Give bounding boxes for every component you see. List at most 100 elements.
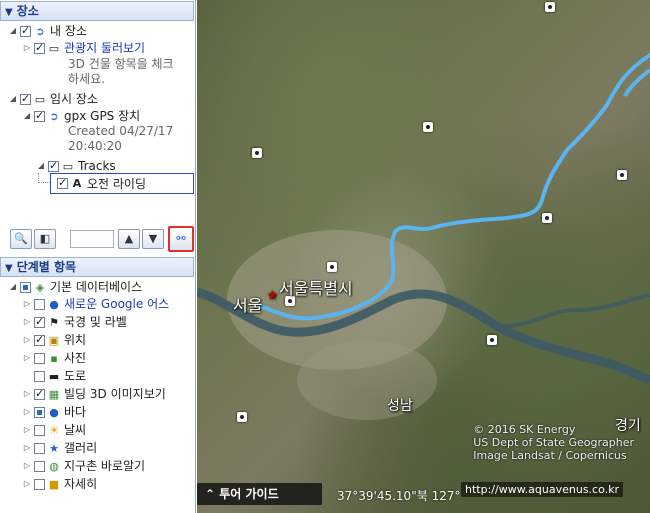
photo-icon: ▪ <box>50 351 58 365</box>
expand-right-icon[interactable]: ▷ <box>22 440 32 456</box>
collapse-triangle-icon[interactable]: ▼ <box>5 263 13 274</box>
checkbox[interactable] <box>20 91 31 107</box>
expand-down-icon[interactable]: ◢ <box>36 158 46 174</box>
gallery-star-icon: ★ <box>49 441 59 455</box>
layer-primary-database[interactable]: ◢ ◈ 기본 데이터베이스 <box>8 279 142 295</box>
layer-item[interactable]: ▷ ▦ 빌딩 3D 이미지보기 <box>22 386 166 402</box>
map-label-seongnam: 성남 <box>387 398 413 414</box>
folder-icon: ▭ <box>62 159 74 173</box>
map-credits: © 2016 SK Energy US Dept of State Geogra… <box>473 423 634 462</box>
photo-pin-icon[interactable] <box>237 412 247 422</box>
expand-right-icon[interactable]: ▷ <box>22 296 32 312</box>
checkbox[interactable] <box>48 158 59 174</box>
capital-star-icon: ★ <box>267 288 278 302</box>
tree-label-link[interactable]: 관광지 둘러보기 <box>64 40 145 56</box>
tree-label-link[interactable]: 새로운 Google 어스 <box>64 296 169 312</box>
expand-down-icon[interactable]: ◢ <box>8 279 18 295</box>
tree-item-tracks[interactable]: ◢ ▭ Tracks <box>36 158 116 174</box>
globe-icon: ◍ <box>49 459 59 473</box>
tree-item-my-places[interactable]: ◢ ➲ 내 장소 <box>8 23 87 39</box>
layer-item[interactable]: ▷ ▣ 위치 <box>22 332 86 348</box>
expand-right-icon[interactable]: ▷ <box>22 314 32 330</box>
toolbar-input[interactable] <box>70 230 114 248</box>
map-label-seoul-city: 서울특별시 <box>279 279 353 298</box>
layer-item[interactable]: ▷ ■ 자세히 <box>22 476 97 492</box>
tour-desc-line: 하세요. <box>68 72 105 86</box>
satellite-map-view[interactable]: 서울특별시 서울 ★ 성남 경기 © 2016 SK Energy US Dep… <box>197 0 650 513</box>
photo-pin-icon[interactable] <box>617 170 627 180</box>
tree-item-track-selected[interactable]: A 오전 라이딩 <box>50 173 194 194</box>
tree-label: 임시 장소 <box>50 92 98 106</box>
layers-panel-header[interactable]: ▼ 단계별 항목 <box>0 257 194 277</box>
expand-right-icon[interactable]: ▷ <box>22 404 32 420</box>
credit-line: © 2016 SK Energy <box>473 423 576 436</box>
credit-line: Image Landsat / Copernicus <box>473 449 627 462</box>
search-icon: 🔍 <box>14 232 28 245</box>
expand-right-icon[interactable]: ▷ <box>22 350 32 366</box>
checkbox[interactable] <box>34 332 45 348</box>
checkbox[interactable] <box>20 23 31 39</box>
checkbox[interactable] <box>57 175 68 191</box>
collapse-triangle-icon[interactable]: ▼ <box>5 7 13 18</box>
checkbox[interactable] <box>34 478 45 490</box>
checkbox[interactable] <box>34 386 45 402</box>
layer-item[interactable]: ▷ ☀ 날씨 <box>22 422 86 438</box>
tree-label: 오전 라이딩 <box>87 176 147 191</box>
tree-label: 내 장소 <box>50 24 87 38</box>
layer-item[interactable]: ▷ ★ 갤러리 <box>22 440 97 456</box>
checkbox[interactable] <box>34 314 45 330</box>
checkbox[interactable] <box>34 352 45 364</box>
checkbox-partial[interactable] <box>34 406 45 418</box>
credit-line: US Dept of State Geographer <box>473 436 634 449</box>
tree-item-temp-places[interactable]: ◢ ▭ 임시 장소 <box>8 91 98 107</box>
checkbox[interactable] <box>34 442 45 454</box>
photo-pin-icon[interactable] <box>423 122 433 132</box>
weather-sun-icon: ☀ <box>49 423 59 437</box>
expand-down-icon[interactable]: ◢ <box>8 23 18 39</box>
expand-right-icon[interactable]: ▷ <box>22 476 32 492</box>
checkbox[interactable] <box>34 108 45 124</box>
chevron-up-icon: ⌃ <box>205 487 216 501</box>
arrow-down-icon: ▼ <box>148 232 158 245</box>
photo-pin-icon[interactable] <box>327 262 337 272</box>
checkbox[interactable] <box>34 424 45 436</box>
expand-right-icon[interactable]: ▷ <box>22 332 32 348</box>
tree-item-tour[interactable]: ▷ ▭ 관광지 둘러보기 <box>22 40 145 56</box>
expand-right-icon[interactable]: ▷ <box>22 40 32 56</box>
layer-item[interactable]: ▷ ● 새로운 Google 어스 <box>22 296 169 312</box>
move-up-button[interactable]: ▲ <box>118 229 140 249</box>
places-panel-header[interactable]: ▼ 장소 <box>0 1 194 21</box>
river-branch <box>496 293 650 328</box>
layer-item[interactable]: ▷ ⚑ 국경 및 라벨 <box>22 314 127 330</box>
tour-guide-button[interactable]: ⌃ 투어 가이드 <box>197 483 322 505</box>
search-button[interactable]: 🔍 <box>10 229 32 249</box>
checkbox[interactable] <box>34 460 45 472</box>
expand-right-icon[interactable]: ▷ <box>22 458 32 474</box>
photo-pin-icon[interactable] <box>487 335 497 345</box>
layer-item[interactable]: ▬ 도로 <box>22 368 86 384</box>
expand-down-icon[interactable]: ◢ <box>8 91 18 107</box>
tree-label: 지구촌 바로알기 <box>64 459 146 473</box>
tree-item-gpx[interactable]: ◢ ➲ gpx GPS 장치 <box>22 108 140 124</box>
expand-right-icon[interactable]: ▷ <box>22 386 32 402</box>
folder-icon: ▭ <box>34 92 46 106</box>
layer-item[interactable]: ▷ ◍ 지구촌 바로알기 <box>22 458 145 474</box>
checkbox-partial[interactable] <box>20 281 31 293</box>
photo-pin-icon[interactable] <box>542 213 552 223</box>
elevation-profile-button[interactable]: ⚯ <box>168 226 194 252</box>
layer-item[interactable]: ▷ ▪ 사진 <box>22 350 86 366</box>
panel-toggle-button[interactable]: ◧ <box>34 229 56 249</box>
checkbox[interactable] <box>34 298 45 310</box>
tree-label: 갤러리 <box>64 441 98 455</box>
move-down-button[interactable]: ▼ <box>142 229 164 249</box>
tree-label: 기본 데이터베이스 <box>50 280 143 294</box>
location-icon: ▣ <box>48 333 60 347</box>
checkbox[interactable] <box>34 40 45 56</box>
tour-guide-label: 투어 가이드 <box>219 487 279 501</box>
photo-pin-icon[interactable] <box>252 148 262 158</box>
expand-down-icon[interactable]: ◢ <box>22 108 32 124</box>
photo-pin-icon[interactable] <box>545 2 555 12</box>
layer-item[interactable]: ▷ ● 바다 <box>22 404 86 420</box>
expand-right-icon[interactable]: ▷ <box>22 422 32 438</box>
checkbox[interactable] <box>34 370 45 382</box>
